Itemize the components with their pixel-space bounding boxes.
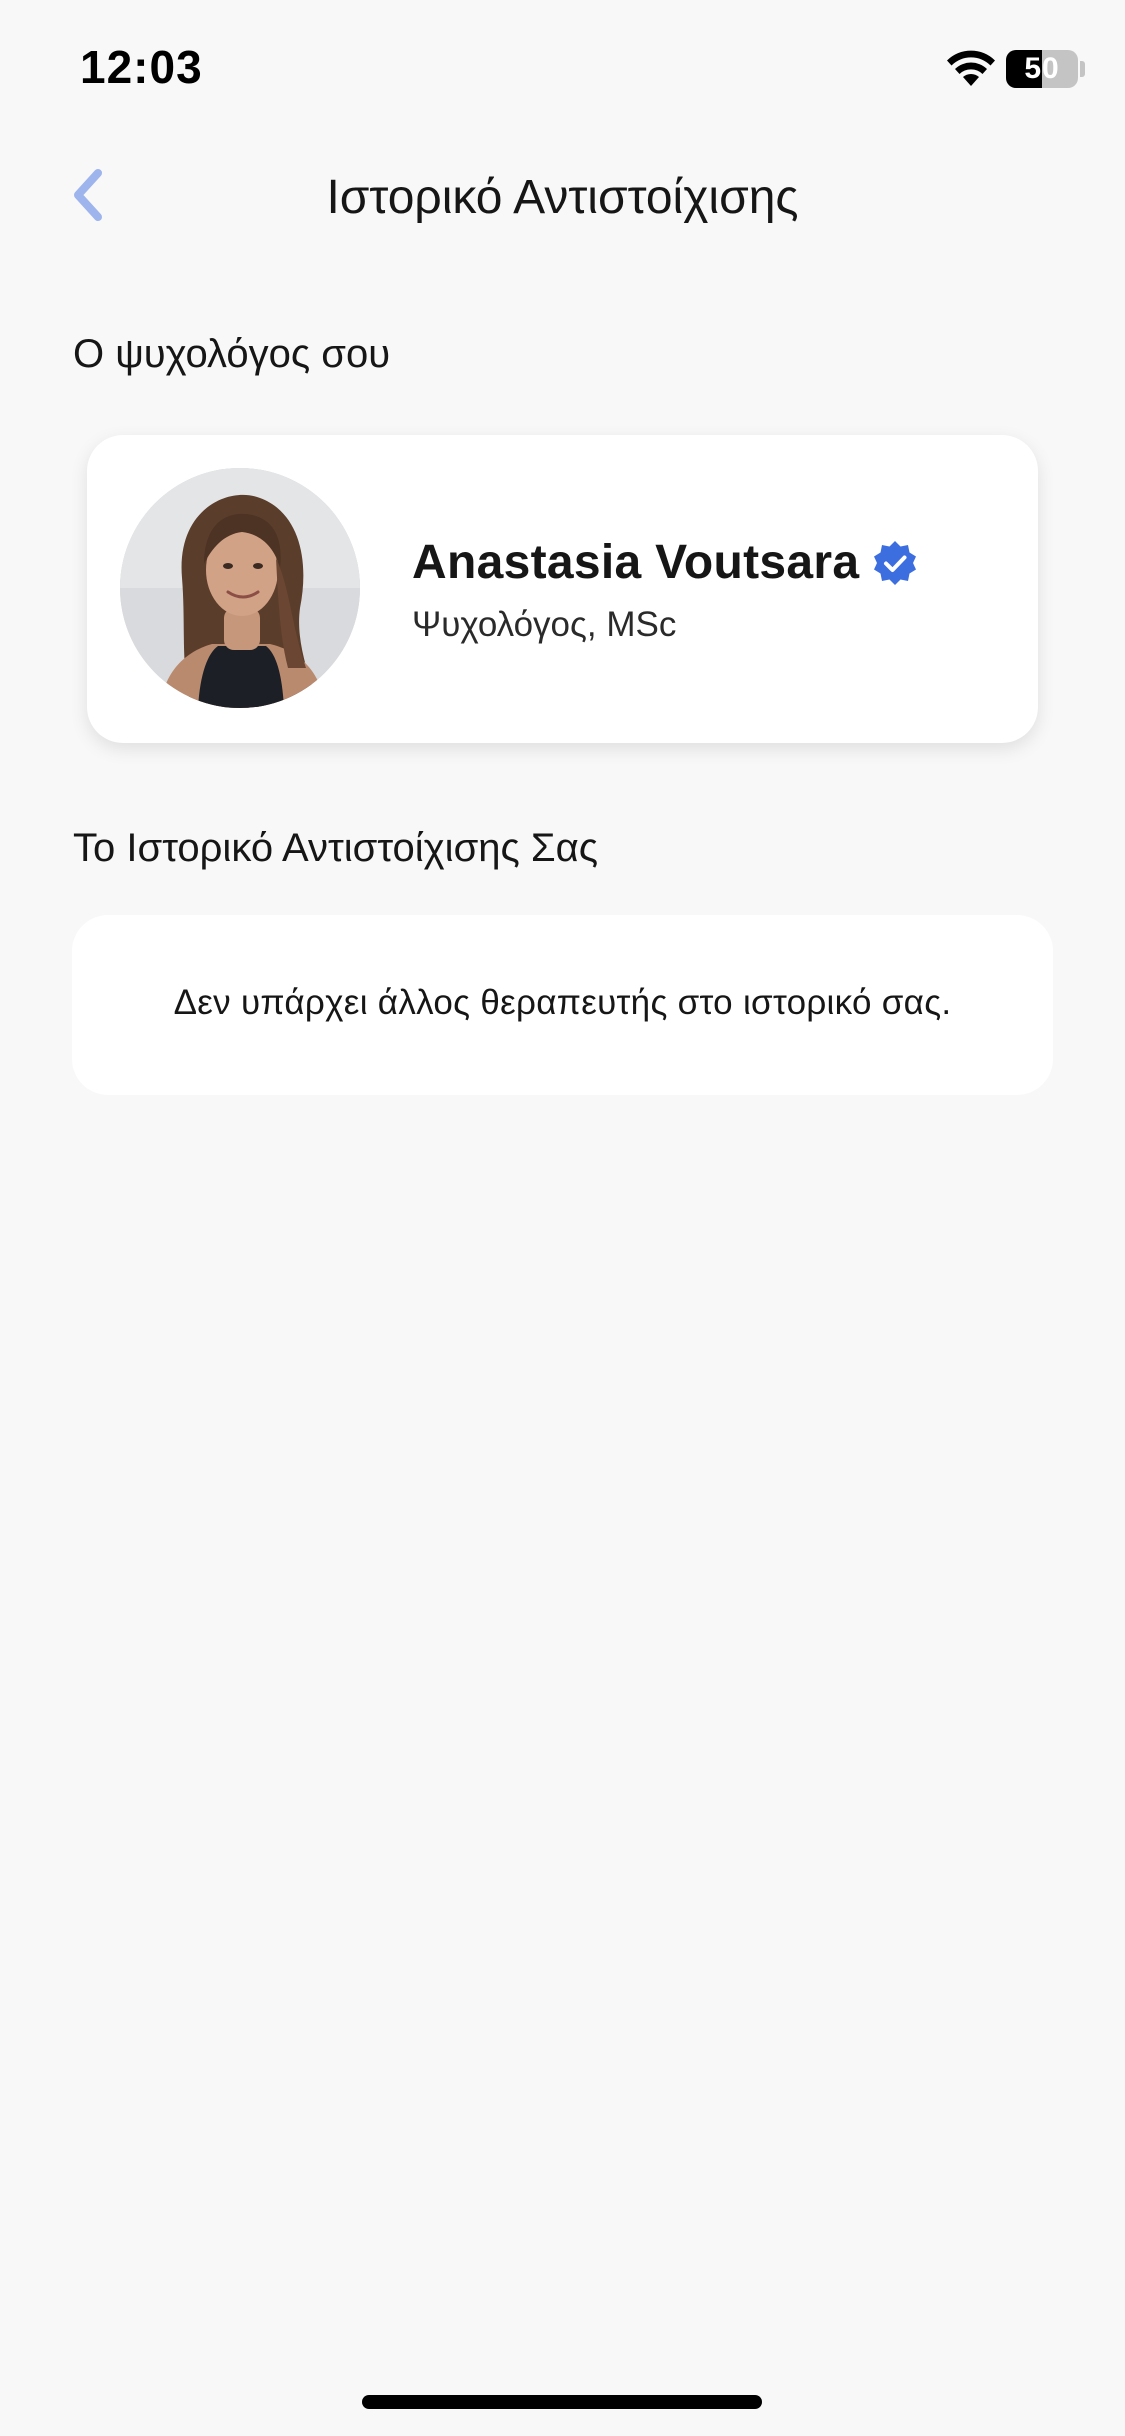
back-button[interactable] (60, 160, 130, 230)
avatar (120, 468, 360, 708)
verified-badge-icon (874, 540, 917, 585)
battery-indicator: 50 (1006, 50, 1078, 88)
match-history-screen: 12:03 50 Ιστορικό Αντιστοίχισης Ο ψυχολό… (0, 0, 1125, 2436)
section-heading-psychologist: Ο ψυχολόγος σου (73, 332, 391, 376)
psychologist-name-row: Anastasia Voutsara (412, 535, 919, 590)
section-heading-history: Το Ιστορικό Αντιστοίχισης Σας (73, 826, 599, 870)
battery-percentage: 50 (1024, 52, 1060, 85)
status-time: 12:03 (80, 41, 203, 93)
history-empty-card: Δεν υπάρχει άλλος θεραπευτής στο ιστορικ… (72, 915, 1053, 1095)
wifi-icon (947, 50, 995, 86)
psychologist-card[interactable]: Anastasia Voutsara Ψυχολόγος, MSc (87, 435, 1038, 743)
chevron-left-icon (74, 169, 102, 221)
psychologist-name: Anastasia Voutsara (412, 536, 860, 589)
psychologist-title: Ψυχολόγος, MSc (412, 605, 677, 644)
history-empty-message: Δεν υπάρχει άλλος θεραπευτής στο ιστορικ… (173, 983, 952, 1022)
status-bar: 12:03 50 (0, 0, 1125, 132)
home-indicator[interactable] (362, 2395, 762, 2409)
battery-cap (1080, 61, 1085, 77)
page-title: Ιστορικό Αντιστοίχισης (326, 171, 799, 224)
